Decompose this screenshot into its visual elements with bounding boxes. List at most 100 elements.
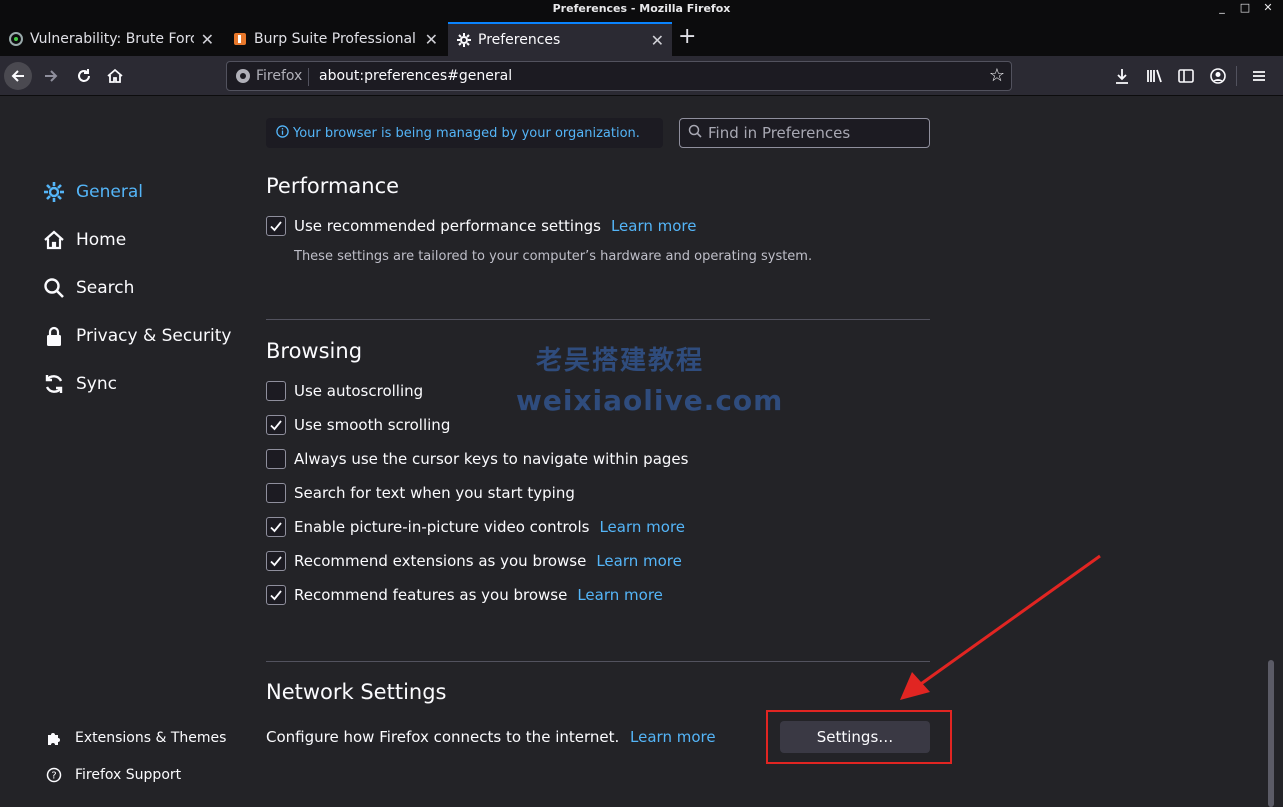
checkbox[interactable] [266,517,286,537]
close-tab-icon[interactable]: ✕ [201,30,214,49]
close-window-button[interactable]: ✕ [1260,1,1276,14]
help-icon: ? [45,766,63,784]
svg-text:?: ? [51,771,56,782]
dvwa-icon [9,32,23,46]
learn-more-link[interactable]: Learn more [630,728,716,746]
library-button[interactable] [1140,62,1168,90]
search-typing-option[interactable]: Search for text when you start typing [266,483,575,503]
checkbox[interactable] [266,216,286,236]
network-settings-heading: Network Settings [266,680,447,704]
reload-icon [78,69,90,82]
menu-button[interactable] [1245,62,1273,90]
back-button[interactable] [4,62,32,90]
tab-burp[interactable]: Burp Suite Professional ✕ [224,22,446,56]
watermark-url: weixiaolive.com [516,384,784,417]
tab-title: Vulnerability: Brute Force [30,31,194,47]
close-tab-icon[interactable]: ✕ [651,31,664,50]
gear-icon [457,33,471,47]
option-label: Use autoscrolling [294,382,424,400]
minimize-button[interactable]: _ [1214,1,1230,14]
learn-more-link[interactable]: Learn more [611,217,697,235]
account-button[interactable] [1204,62,1232,90]
window-title: Preferences - Mozilla Firefox [552,2,731,15]
option-label: Recommend extensions as you browse [294,552,587,570]
checkbox[interactable] [266,585,286,605]
search-icon [42,276,66,300]
identity-label: Firefox [256,68,303,84]
category-home[interactable]: Home [42,228,126,252]
reload-button[interactable] [70,62,98,90]
tab-strip: Vulnerability: Brute Force ✕ Burp Suite … [0,18,1283,56]
watermark-chinese: 老吴搭建教程 [536,346,705,376]
scrollbar-thumb[interactable] [1268,660,1274,807]
downloads-button[interactable] [1108,62,1136,90]
firefox-icon [236,69,250,83]
network-description: Configure how Firefox connects to the in… [266,728,716,746]
tab-vulnerability[interactable]: Vulnerability: Brute Force ✕ [0,22,222,56]
home-button[interactable] [101,62,129,90]
extensions-themes-link[interactable]: Extensions & Themes [45,729,226,747]
checkbox[interactable] [266,449,286,469]
arrow-right-icon [45,70,58,82]
checkmark-icon [270,590,282,601]
category-label: Sync [76,374,117,394]
preferences-search-box[interactable] [679,118,930,148]
option-label: Search for text when you start typing [294,484,575,502]
annotation-arrow-icon [900,554,1101,700]
url-separator [308,68,309,86]
new-tab-button[interactable]: + [678,24,696,49]
category-label: Privacy & Security [76,326,232,346]
learn-more-link[interactable]: Learn more [599,518,685,536]
section-divider [266,319,930,320]
recommend-features-option[interactable]: Recommend features as you browse Learn m… [266,585,663,605]
tab-preferences[interactable]: Preferences ✕ [448,22,672,56]
smooth-scrolling-option[interactable]: Use smooth scrolling [266,415,450,435]
burp-icon [234,33,246,45]
firefox-support-link[interactable]: ? Firefox Support [45,766,181,784]
category-search[interactable]: Search [42,276,134,300]
checkbox[interactable] [266,551,286,571]
category-sync[interactable]: Sync [42,372,117,396]
learn-more-link[interactable]: Learn more [596,552,682,570]
maximize-button[interactable]: □ [1237,1,1253,14]
checkmark-icon [270,556,282,567]
performance-recommended-option[interactable]: Use recommended performance settings Lea… [266,216,696,236]
bookmark-star-icon[interactable]: ☆ [989,65,1005,86]
option-label: Recommend features as you browse [294,586,568,604]
forward-button[interactable] [37,62,65,90]
identity-box[interactable]: Firefox [235,68,302,84]
cursor-keys-option[interactable]: Always use the cursor keys to navigate w… [266,449,688,469]
option-label: Use smooth scrolling [294,416,451,434]
tab-title: Preferences [478,32,561,48]
checkmark-icon [270,221,282,232]
recommend-extensions-option[interactable]: Recommend extensions as you browse Learn… [266,551,682,571]
autoscrolling-option[interactable]: Use autoscrolling [266,381,423,401]
download-icon [1116,69,1128,84]
performance-description: These settings are tailored to your comp… [294,249,813,264]
url-bar[interactable]: Firefox about:preferences#general ☆ [226,61,1012,91]
checkmark-icon [270,420,282,431]
browsing-heading: Browsing [266,339,363,363]
picture-in-picture-option[interactable]: Enable picture-in-picture video controls… [266,517,685,537]
checkbox[interactable] [266,415,286,435]
option-label: Use recommended performance settings [294,217,601,235]
gear-icon [42,180,66,204]
checkbox[interactable] [266,483,286,503]
sidebar-button[interactable] [1172,62,1200,90]
network-description-text: Configure how Firefox connects to the in… [266,728,620,746]
close-tab-icon[interactable]: ✕ [425,30,438,49]
checkbox[interactable] [266,381,286,401]
puzzle-icon [45,729,63,747]
section-divider [266,661,930,662]
category-privacy[interactable]: Privacy & Security [42,324,231,348]
url-text[interactable]: about:preferences#general [319,68,512,84]
navigation-toolbar: Firefox about:preferences#general ☆ [0,56,1283,96]
managed-notice[interactable]: Your browser is being managed by your or… [266,118,663,148]
category-label: Search [76,278,135,298]
search-input[interactable] [708,124,918,142]
footer-link-label: Firefox Support [75,767,182,783]
info-icon [276,124,289,142]
option-label: Enable picture-in-picture video controls [294,518,590,536]
category-general[interactable]: General [42,180,143,204]
learn-more-link[interactable]: Learn more [577,586,663,604]
